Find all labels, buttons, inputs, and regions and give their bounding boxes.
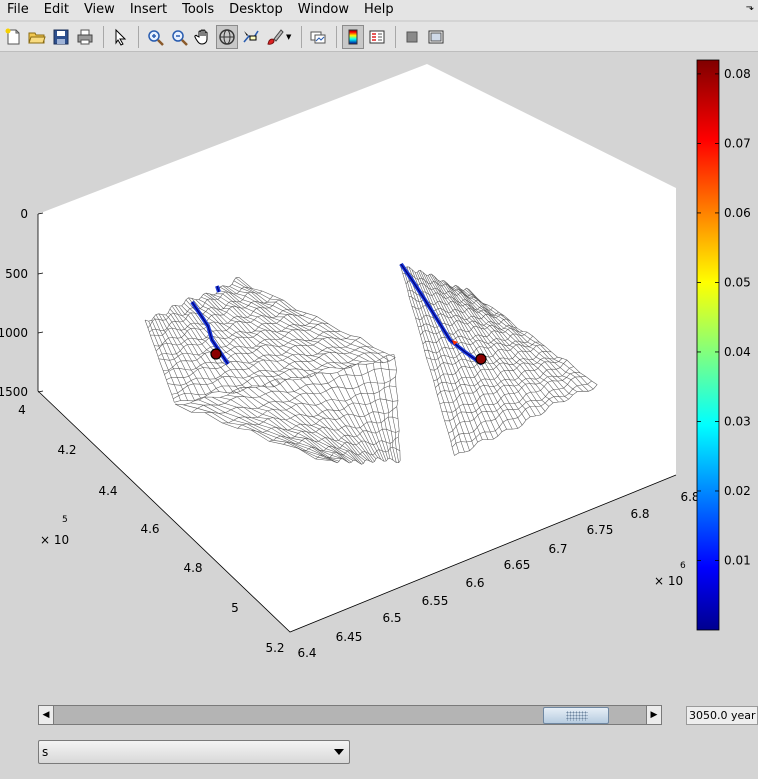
x-tick-label: 5: [231, 601, 239, 615]
x-exponent-base: × 10: [40, 533, 69, 547]
menu-help[interactable]: Help: [357, 0, 402, 20]
slider-left-arrow[interactable]: ◀: [38, 705, 54, 725]
brush-button[interactable]: [264, 25, 286, 49]
y-tick-label: 6.75: [587, 523, 614, 537]
x-exponent-power: 5: [62, 515, 68, 525]
field-select[interactable]: s: [38, 740, 350, 764]
toolbar-separator: [301, 25, 302, 48]
colorbar-tick-label: 0.03: [724, 414, 751, 428]
axes-box[interactable]: [38, 64, 676, 632]
toolbar-separator: [103, 25, 104, 48]
z-tick-label: 1000: [0, 326, 28, 340]
colorbar-tick-label: 0.04: [724, 345, 751, 359]
new-figure-icon: [5, 28, 20, 44]
peak-marker-left: [210, 348, 222, 360]
field-select-value: s: [42, 745, 49, 759]
new-figure-button[interactable]: [2, 25, 24, 49]
data-cursor-icon: [243, 30, 259, 43]
zoom-out-button[interactable]: [168, 25, 190, 49]
slider-track[interactable]: [54, 705, 646, 725]
link-plot-button[interactable]: [307, 25, 329, 49]
toolbar-separator: [395, 25, 396, 48]
legend-icon: [369, 30, 385, 43]
zoom-in-button[interactable]: [144, 25, 166, 49]
show-plot-tools-icon: [428, 30, 444, 43]
colorbar-tick-label: 0.06: [724, 206, 751, 220]
z-tick-label: 0: [20, 207, 28, 221]
zoom-out-icon: [172, 29, 188, 46]
figure-toolbar: ▼: [0, 22, 758, 52]
menu-window[interactable]: Window: [291, 0, 357, 20]
open-file-button[interactable]: [26, 25, 48, 49]
colorbar-tick-label: 0.07: [724, 136, 751, 150]
y-tick-label: 6.7: [548, 542, 567, 556]
time-slider[interactable]: ◀ ▶: [38, 705, 662, 725]
colorbar-gradient[interactable]: [696, 59, 720, 631]
show-plot-tools-button[interactable]: [425, 25, 447, 49]
colorbar-tick-label: 0.02: [724, 484, 751, 498]
slider-thumb[interactable]: [543, 707, 609, 724]
hide-plot-tools-button[interactable]: [401, 25, 423, 49]
print-icon: [77, 29, 93, 44]
menu-file[interactable]: File: [0, 0, 37, 20]
save-button[interactable]: [50, 25, 72, 49]
colorbar: 0.08 0.07 0.06 0.05 0.04 0.03 0.02 0.01: [696, 59, 751, 631]
hide-plot-tools-icon: [406, 31, 418, 42]
pan-hand-icon: [194, 29, 208, 45]
menu-insert[interactable]: Insert: [123, 0, 175, 20]
plot-area[interactable]: 0 500 1000 1500 4 4.2 4.4 4.6 4.8 5 5.2 × 10 5 6.4 6.4…: [0, 52, 758, 692]
y-tick-label: 6.4: [297, 646, 316, 660]
y-exponent-base: × 10: [654, 574, 683, 588]
link-plot-icon: [310, 31, 326, 43]
x-tick-label: 4: [18, 403, 26, 417]
y-tick-label: 6.8: [630, 507, 649, 521]
toolbar-separator: [138, 25, 139, 48]
menu-tools[interactable]: Tools: [175, 0, 222, 20]
brush-icon: [267, 28, 284, 45]
colorbar-icon: [348, 29, 358, 44]
z-tick-label: 1500: [0, 385, 28, 399]
x-tick-label: 4.4: [98, 484, 117, 498]
time-readout: 3050.0 year: [686, 706, 758, 725]
plot-canvas[interactable]: 0 500 1000 1500 4 4.2 4.4 4.6 4.8 5 5.2 × 10 5 6.4 6.4…: [0, 52, 758, 692]
x-tick-label: 4.2: [57, 443, 76, 457]
dock-figure-icon[interactable]: ⬎: [746, 2, 754, 13]
pointer-icon: [115, 28, 127, 46]
slider-right-arrow[interactable]: ▶: [646, 705, 662, 725]
y-tick-label: 6.55: [422, 594, 449, 608]
zoom-in-icon: [148, 29, 164, 46]
colorbar-button[interactable]: [342, 24, 364, 49]
menu-view[interactable]: View: [77, 0, 123, 20]
legend-button[interactable]: [366, 25, 388, 49]
colorbar-tick-label: 0.01: [724, 553, 751, 567]
print-button[interactable]: [74, 25, 96, 49]
brush-dropdown-icon[interactable]: ▼: [286, 33, 294, 41]
chevron-down-icon[interactable]: [334, 749, 344, 755]
colorbar-tick-label: 0.05: [724, 275, 751, 289]
menu-bar: File Edit View Insert Tools Desktop Window Help: [0, 0, 758, 20]
colorbar-tick-label: 0.08: [724, 67, 751, 81]
pan-hand-button[interactable]: [192, 25, 214, 49]
y-tick-label: 6.5: [382, 611, 401, 625]
x-tick-label: 4.8: [183, 561, 202, 575]
y-tick-label: 6.65: [504, 558, 531, 572]
y-exponent-power: 6: [680, 561, 686, 571]
save-icon: [53, 29, 69, 44]
menu-desktop[interactable]: Desktop: [222, 0, 291, 20]
data-cursor-button[interactable]: [240, 25, 262, 49]
peak-marker-right: [475, 353, 487, 365]
x-tick-label: 5.2: [265, 641, 284, 655]
pointer-button[interactable]: [109, 25, 131, 49]
z-tick-label: 500: [5, 267, 28, 281]
rotate-3d-button[interactable]: [216, 24, 238, 49]
menu-edit[interactable]: Edit: [37, 0, 77, 20]
open-file-icon: [28, 32, 46, 43]
y-tick-label: 6.45: [336, 630, 363, 644]
y-tick-label: 6.6: [465, 576, 484, 590]
x-tick-label: 4.6: [140, 522, 159, 536]
rotate-3d-icon: [219, 28, 235, 45]
toolbar-separator: [336, 25, 337, 48]
